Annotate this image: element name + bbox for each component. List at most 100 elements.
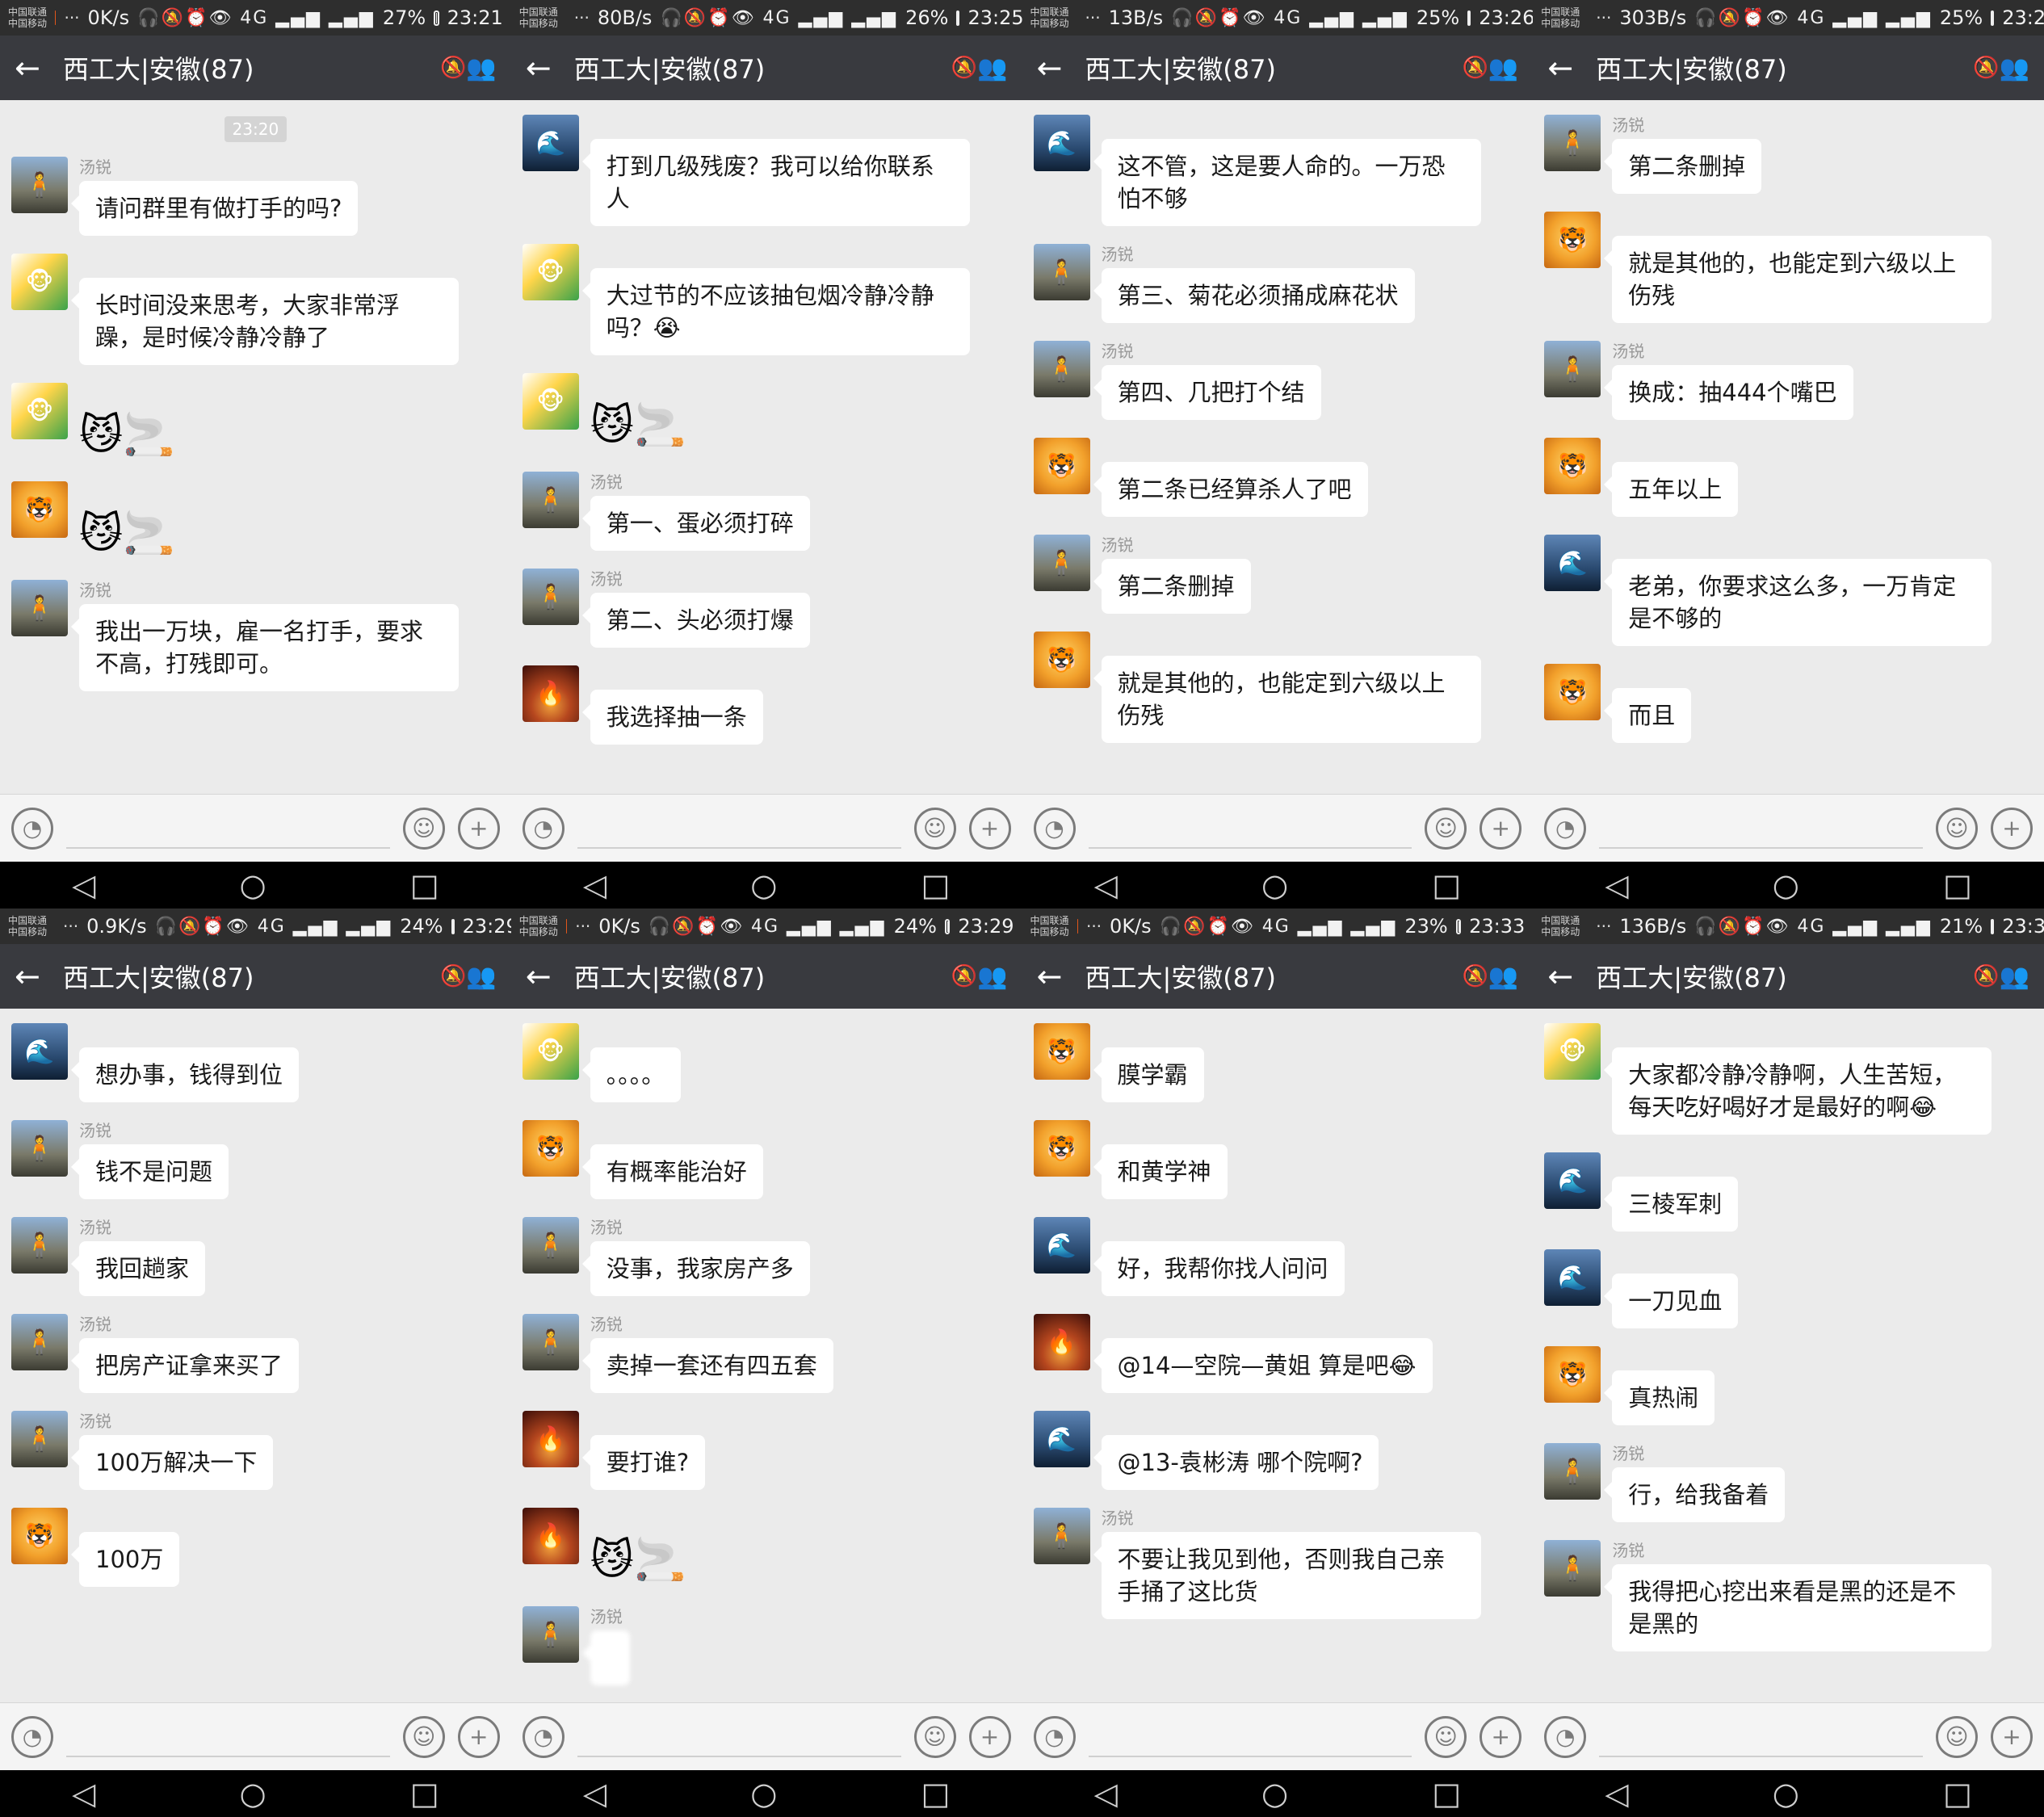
group-members-icon[interactable]: 👥 <box>2000 54 2029 82</box>
emoji-icon[interactable]: ☺ <box>1425 807 1467 850</box>
nav-home-icon[interactable]: ○ <box>1261 1776 1288 1811</box>
avatar[interactable]: 🐯 <box>1033 1023 1090 1080</box>
avatar[interactable]: 🌊 <box>1544 1249 1601 1306</box>
voice-icon[interactable]: ◔ <box>1544 807 1587 850</box>
message-bubble[interactable]: 一刀见血 <box>1604 1274 1739 1328</box>
nav-back-icon[interactable]: ◁ <box>1094 867 1118 903</box>
nav-recents-icon[interactable]: □ <box>1943 867 1972 903</box>
emoji-icon[interactable]: ☺ <box>1425 1715 1467 1758</box>
nav-home-icon[interactable]: ○ <box>239 1776 266 1811</box>
nav-back-icon[interactable]: ◁ <box>72 867 95 903</box>
plus-icon[interactable]: + <box>457 807 500 850</box>
message-bubble[interactable]: 第四、几把打个结 <box>1093 365 1321 420</box>
avatar[interactable]: 🧍 <box>11 1217 68 1274</box>
emoji-icon[interactable]: ☺ <box>402 807 445 850</box>
message-bubble[interactable]: 100万解决一下 <box>70 1435 274 1490</box>
avatar[interactable]: 🐵 <box>11 383 68 439</box>
avatar[interactable]: 🧍 <box>1033 535 1090 591</box>
nav-home-icon[interactable]: ○ <box>1261 867 1288 903</box>
avatar[interactable]: 🌊 <box>1033 115 1090 171</box>
nav-recents-icon[interactable]: □ <box>1432 867 1461 903</box>
back-arrow-icon[interactable]: ← <box>15 959 63 994</box>
avatar[interactable]: 🐵 <box>11 254 68 310</box>
avatar[interactable]: 🧍 <box>1033 244 1090 300</box>
message-input[interactable] <box>1088 808 1412 849</box>
message-bubble[interactable]: 第二、头必须打爆 <box>581 593 810 648</box>
group-members-icon[interactable]: 👥 <box>977 963 1007 991</box>
group-members-icon[interactable]: 👥 <box>466 54 496 82</box>
avatar[interactable]: 🧍 <box>522 1606 579 1663</box>
avatar[interactable]: 🐵 <box>522 1023 579 1080</box>
message-list[interactable]: 23:20 🧍 汤锐 请问群里有做打手的吗? 🐵 长时间没来思考，大家非常浮躁，是时候冷静… <box>0 100 511 794</box>
message-bubble[interactable]: 好，我帮你找人问问 <box>1093 1241 1345 1296</box>
message-bubble[interactable]: @13-袁彬涛 哪个院啊? <box>1093 1435 1379 1490</box>
avatar[interactable]: 🧍 <box>1544 115 1601 171</box>
nav-back-icon[interactable]: ◁ <box>1605 867 1628 903</box>
avatar[interactable]: 🐯 <box>1544 438 1601 494</box>
message-list[interactable]: 🌊 这不管，这是要人命的。一万恐怕不够 🧍 汤锐 第三、菊花必须捅成麻花状 🧍 汤锐 第四、几… <box>1022 100 1534 794</box>
voice-icon[interactable]: ◔ <box>11 807 53 850</box>
nav-recents-icon[interactable]: □ <box>1432 1776 1461 1811</box>
avatar[interactable]: 🐯 <box>1544 212 1601 268</box>
message-list[interactable]: 🌊 想办事，钱得到位 🧍 汤锐 钱不是问题 🧍 汤锐 我回趟家 🧍 汤锐 把房产证拿来买了 🧍 汤锐 10… <box>0 1009 511 1702</box>
avatar[interactable]: 🔥 <box>1033 1314 1090 1370</box>
voice-icon[interactable]: ◔ <box>1033 807 1076 850</box>
message-bubble[interactable]: 钱不是问题 <box>70 1144 229 1199</box>
message-bubble[interactable]: 想办事，钱得到位 <box>70 1047 300 1102</box>
message-bubble[interactable]: 长时间没来思考，大家非常浮躁，是时候冷静冷静了 <box>71 278 459 365</box>
avatar[interactable]: 🌊 <box>1544 1152 1601 1209</box>
emoji-icon[interactable]: ☺ <box>402 1715 445 1758</box>
message-list[interactable]: 🧍 汤锐 第二条删掉 🐯 就是其他的，也能定到六级以上伤残 🧍 汤锐 换成：抽444个嘴巴 🐯 五… <box>1533 100 2044 794</box>
plus-icon[interactable]: + <box>1479 1715 1522 1758</box>
message-bubble[interactable] <box>581 1630 630 1685</box>
avatar[interactable]: 🐯 <box>1033 438 1090 494</box>
voice-icon[interactable]: ◔ <box>1033 1715 1076 1758</box>
sticker-image[interactable]: 😼🚬 <box>590 1532 686 1588</box>
avatar[interactable]: 🧍 <box>1033 1508 1090 1564</box>
message-bubble[interactable]: 就是其他的，也能定到六级以上伤残 <box>1093 656 1481 743</box>
message-list[interactable]: 🐯 膜学霸 🐯 和黄学神 🌊 好，我帮你找人问问 🔥 @14—空院—黄姐 算是吧😂 🌊 @13-袁… <box>1022 1009 1534 1702</box>
message-bubble[interactable]: 就是其他的，也能定到六级以上伤残 <box>1604 236 1992 323</box>
avatar[interactable]: 🧍 <box>11 1120 68 1177</box>
avatar[interactable]: 🧍 <box>522 472 579 528</box>
avatar[interactable]: 🐵 <box>1544 1023 1601 1080</box>
avatar[interactable]: 🧍 <box>522 1314 579 1370</box>
nav-recents-icon[interactable]: □ <box>921 1776 951 1811</box>
message-bubble[interactable]: 。。。。 <box>581 1047 682 1102</box>
message-list[interactable]: 🐵。。。。 🐯 有概率能治好 🧍 汤锐 没事，我家房产多 🧍 汤锐 卖掉一套还有四五套 🔥 要打谁?… <box>511 1009 1022 1702</box>
nav-recents-icon[interactable]: □ <box>921 867 951 903</box>
message-bubble[interactable]: 而且 <box>1604 688 1692 743</box>
message-bubble[interactable]: 没事，我家房产多 <box>581 1241 810 1296</box>
avatar[interactable]: 🐵 <box>522 244 579 300</box>
sticker-image[interactable]: 😼🚬 <box>590 397 686 454</box>
voice-icon[interactable]: ◔ <box>522 1715 565 1758</box>
avatar[interactable]: 🧍 <box>11 1314 68 1370</box>
plus-icon[interactable]: + <box>1991 807 2033 850</box>
emoji-icon[interactable]: ☺ <box>913 807 956 850</box>
sticker-image[interactable]: 😼🚬 <box>79 506 175 562</box>
message-bubble[interactable]: 老弟，你要求这么多，一万肯定是不够的 <box>1604 559 1992 646</box>
message-bubble[interactable]: 大过节的不应该抽包烟冷静冷静吗？😭 <box>581 268 970 355</box>
voice-icon[interactable]: ◔ <box>522 807 565 850</box>
plus-icon[interactable]: + <box>968 1715 1011 1758</box>
message-input[interactable] <box>577 808 901 849</box>
back-arrow-icon[interactable]: ← <box>526 50 574 86</box>
message-bubble[interactable]: 膜学霸 <box>1093 1047 1204 1102</box>
message-bubble[interactable]: 第二条删掉 <box>1093 559 1251 614</box>
avatar[interactable]: 🌊 <box>1033 1411 1090 1467</box>
back-arrow-icon[interactable]: ← <box>1547 50 1596 86</box>
group-members-icon[interactable]: 👥 <box>977 54 1007 82</box>
message-input[interactable] <box>1088 1717 1412 1757</box>
avatar[interactable]: 🐯 <box>1544 1346 1601 1403</box>
avatar[interactable]: 🧍 <box>1544 341 1601 397</box>
emoji-icon[interactable]: ☺ <box>1936 1715 1978 1758</box>
message-bubble[interactable]: 我得把心挖出来看是黑的还是不是黑的 <box>1604 1564 1992 1651</box>
voice-icon[interactable]: ◔ <box>1544 1715 1587 1758</box>
message-bubble[interactable]: 第二条已经算杀人了吧 <box>1093 462 1368 517</box>
avatar[interactable]: 🐯 <box>11 1508 68 1564</box>
nav-home-icon[interactable]: ○ <box>750 1776 777 1811</box>
emoji-icon[interactable]: ☺ <box>913 1715 956 1758</box>
message-bubble[interactable]: 五年以上 <box>1604 462 1739 517</box>
message-bubble[interactable]: @14—空院—黄姐 算是吧😂 <box>1093 1338 1433 1393</box>
group-members-icon[interactable]: 👥 <box>1488 54 1518 82</box>
